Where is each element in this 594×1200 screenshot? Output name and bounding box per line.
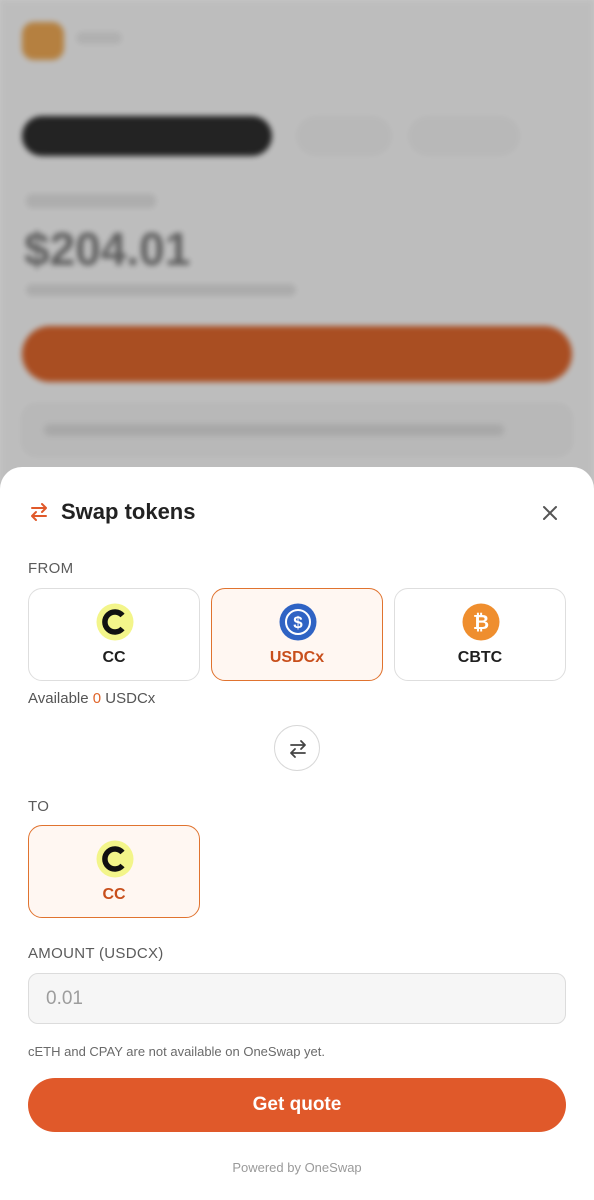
swap-tokens-sheet: Swap tokens FROM CC $ USDCx ₿ CBTC Avail… (0, 467, 594, 1200)
available-balance: Available 0 USDCx (28, 690, 155, 707)
from-token-cc[interactable]: CC (28, 588, 200, 681)
token-name: CC (102, 886, 126, 903)
token-name: CBTC (457, 649, 503, 666)
amount-input[interactable] (28, 973, 566, 1024)
token-name: USDCx (269, 649, 325, 666)
available-amount: 0 (92, 690, 102, 707)
get-quote-button[interactable]: Get quote (28, 1078, 566, 1132)
amount-label: AMOUNT (USDCX) (28, 945, 164, 962)
from-label: FROM (28, 560, 74, 577)
to-token-cc[interactable]: CC (28, 825, 200, 918)
availability-note: cETH and CPAY are not available on OneSw… (28, 1044, 326, 1059)
from-token-cbtc[interactable]: ₿ CBTC (394, 588, 566, 681)
svg-text:$: $ (293, 613, 303, 632)
cc-token-icon (96, 840, 134, 878)
available-unit: USDCx (105, 690, 156, 707)
svg-text:₿: ₿ (473, 612, 489, 634)
swap-arrows-icon (290, 740, 306, 758)
cc-token-icon (96, 603, 134, 641)
sheet-header: Swap tokens (28, 497, 566, 531)
flip-direction-button[interactable] (274, 725, 320, 771)
powered-by-text: Powered by OneSwap (232, 1160, 362, 1175)
token-name: CC (102, 649, 126, 666)
close-icon[interactable] (538, 501, 562, 525)
from-token-usdcx[interactable]: $ USDCx (211, 588, 383, 681)
swap-arrows-icon (31, 503, 47, 521)
sheet-title: Swap tokens (61, 499, 196, 524)
bitcoin-token-icon: ₿ (462, 603, 500, 641)
usdc-token-icon: $ (279, 603, 317, 641)
to-label: TO (28, 798, 50, 815)
available-prefix: Available (28, 690, 89, 707)
